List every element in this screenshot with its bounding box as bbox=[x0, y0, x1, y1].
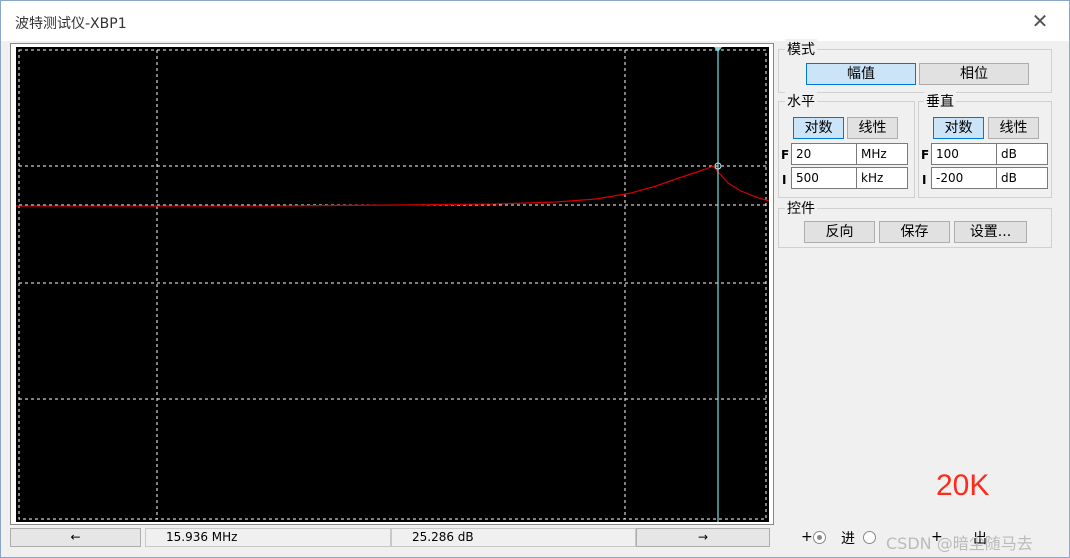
frequency-readout: 15.936 MHz bbox=[145, 528, 391, 547]
grid bbox=[18, 49, 767, 520]
vertical-final-unit-select[interactable]: dB bbox=[996, 143, 1048, 165]
input-terminal-radio[interactable] bbox=[813, 531, 826, 544]
input-terminal-label: 进 bbox=[841, 531, 855, 547]
input-plus-sign: + bbox=[801, 529, 813, 545]
close-icon[interactable]: ✕ bbox=[1027, 9, 1053, 33]
window-title: 波特测试仪-XBP1 bbox=[15, 16, 127, 32]
cursor-right-button[interactable]: → bbox=[636, 528, 770, 547]
watermark-text: CSDN @暗尘随马去 bbox=[886, 534, 1033, 553]
settings-button[interactable]: 设置... bbox=[954, 221, 1027, 243]
vertical-final-value-input[interactable]: 100 bbox=[931, 143, 997, 165]
magnitude-button[interactable]: 幅值 bbox=[806, 63, 916, 85]
input-minus-terminal-radio[interactable] bbox=[863, 531, 876, 544]
reverse-button[interactable]: 反向 bbox=[804, 221, 875, 243]
horizontal-final-label: F bbox=[781, 148, 790, 162]
bode-plotter-window: 波特测试仪-XBP1 ✕ ← 15.936 MHz 25.286 dB → 模式… bbox=[0, 0, 1070, 558]
vertical-initial-unit-select[interactable]: dB bbox=[996, 167, 1048, 189]
grid-border bbox=[18, 49, 767, 520]
controls-group-label: 控件 bbox=[785, 198, 817, 218]
plot-area[interactable] bbox=[16, 47, 769, 522]
phase-button[interactable]: 相位 bbox=[919, 63, 1029, 85]
magnitude-trace bbox=[16, 165, 769, 207]
mode-group-label: 模式 bbox=[785, 39, 817, 59]
horizontal-final-value-input[interactable]: 20 bbox=[791, 143, 857, 165]
vertical-initial-value-input[interactable]: -200 bbox=[931, 167, 997, 189]
horizontal-initial-unit-select[interactable]: kHz bbox=[856, 167, 908, 189]
horizontal-initial-label: I bbox=[782, 173, 787, 187]
magnitude-readout: 25.286 dB bbox=[391, 528, 636, 547]
save-button[interactable]: 保存 bbox=[879, 221, 950, 243]
plot-frame bbox=[10, 43, 774, 525]
bode-plot bbox=[16, 47, 769, 522]
title-bar: 波特测试仪-XBP1 ✕ bbox=[1, 1, 1069, 41]
vertical-log-button[interactable]: 对数 bbox=[933, 117, 984, 139]
horizontal-final-unit-select[interactable]: MHz bbox=[856, 143, 908, 165]
vertical-final-label: F bbox=[921, 148, 930, 162]
frequency-annotation: 20K bbox=[936, 469, 990, 502]
horizontal-group-label: 水平 bbox=[785, 91, 817, 111]
vertical-group-label: 垂直 bbox=[924, 91, 956, 111]
vertical-initial-label: I bbox=[922, 173, 927, 187]
vertical-linear-button[interactable]: 线性 bbox=[988, 117, 1039, 139]
cursor-left-button[interactable]: ← bbox=[10, 528, 141, 547]
status-bar: ← 15.936 MHz 25.286 dB → bbox=[10, 527, 774, 549]
horizontal-log-button[interactable]: 对数 bbox=[793, 117, 844, 139]
horizontal-linear-button[interactable]: 线性 bbox=[847, 117, 898, 139]
horizontal-initial-value-input[interactable]: 500 bbox=[791, 167, 857, 189]
